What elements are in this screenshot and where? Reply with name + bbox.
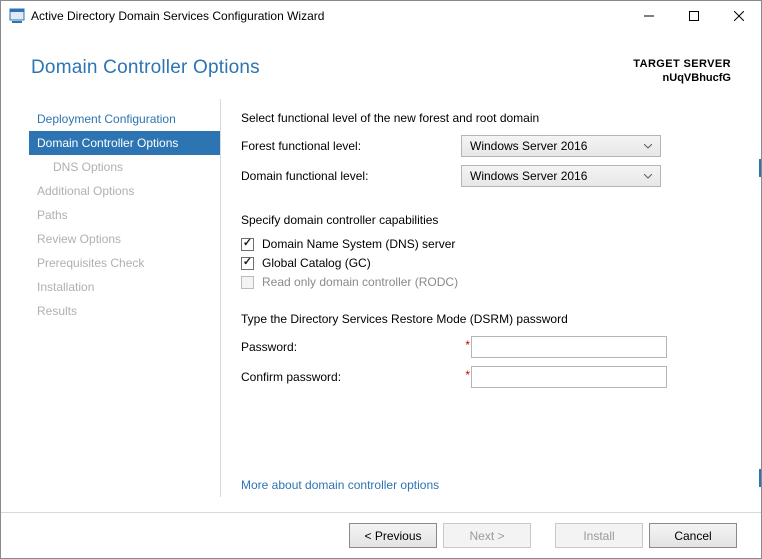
button-gap — [531, 523, 549, 548]
checkbox-row-gc: Global Catalog (GC) — [241, 256, 726, 270]
cancel-button[interactable]: Cancel — [649, 523, 737, 548]
confirm-password-input[interactable] — [471, 366, 667, 388]
row-password: Password: * — [241, 336, 726, 358]
checkbox-rodc — [241, 276, 254, 289]
checkbox-row-dns: Domain Name System (DNS) server — [241, 237, 726, 251]
row-domain-level: Domain functional level: Windows Server … — [241, 165, 726, 187]
domain-level-value: Windows Server 2016 — [470, 169, 587, 183]
more-about-link[interactable]: More about domain controller options — [241, 478, 726, 492]
forest-level-label: Forest functional level: — [241, 139, 461, 153]
capabilities-intro: Specify domain controller capabilities — [241, 213, 726, 227]
title-bar: Active Directory Domain Services Configu… — [1, 1, 761, 31]
dsrm-intro: Type the Directory Services Restore Mode… — [241, 312, 726, 326]
domain-level-label: Domain functional level: — [241, 169, 461, 183]
checkbox-rodc-label: Read only domain controller (RODC) — [262, 275, 458, 289]
nav-results: Results — [29, 299, 220, 323]
previous-button[interactable]: < Previous — [349, 523, 437, 548]
body: Deployment Configuration Domain Controll… — [1, 99, 761, 512]
password-label: Password: — [241, 340, 463, 354]
accent-strip — [759, 469, 761, 487]
required-marker: * — [463, 368, 470, 382]
install-button: Install — [555, 523, 643, 548]
nav-dns-options: DNS Options — [29, 155, 220, 179]
chevron-down-icon — [642, 136, 654, 156]
checkbox-gc-label: Global Catalog (GC) — [262, 256, 371, 270]
header: Domain Controller Options TARGET SERVER … — [1, 31, 761, 99]
forest-level-value: Windows Server 2016 — [470, 139, 587, 153]
nav-prerequisites-check: Prerequisites Check — [29, 251, 220, 275]
accent-strip — [759, 159, 761, 177]
checkbox-dns[interactable] — [241, 238, 254, 251]
checkbox-dns-label: Domain Name System (DNS) server — [262, 237, 455, 251]
maximize-button[interactable] — [671, 1, 716, 30]
domain-level-select[interactable]: Windows Server 2016 — [461, 165, 661, 187]
confirm-password-label: Confirm password: — [241, 370, 463, 384]
nav-installation: Installation — [29, 275, 220, 299]
password-input[interactable] — [471, 336, 667, 358]
content: Select functional level of the new fores… — [221, 99, 761, 512]
target-server-label: TARGET SERVER — [633, 57, 731, 71]
required-marker: * — [463, 338, 470, 352]
page-title: Domain Controller Options — [31, 57, 260, 79]
forest-level-select[interactable]: Windows Server 2016 — [461, 135, 661, 157]
nav-review-options: Review Options — [29, 227, 220, 251]
next-button: Next > — [443, 523, 531, 548]
window-title: Active Directory Domain Services Configu… — [31, 1, 626, 31]
row-confirm-password: Confirm password: * — [241, 366, 726, 388]
footer: < Previous Next > Install Cancel — [1, 512, 761, 558]
checkbox-row-rodc: Read only domain controller (RODC) — [241, 275, 726, 289]
nav-additional-options: Additional Options — [29, 179, 220, 203]
target-server-value: nUqVBhucfG — [633, 71, 731, 85]
nav-paths: Paths — [29, 203, 220, 227]
sidebar: Deployment Configuration Domain Controll… — [29, 99, 221, 497]
checkbox-gc[interactable] — [241, 257, 254, 270]
close-button[interactable] — [716, 1, 761, 30]
nav-deployment-configuration[interactable]: Deployment Configuration — [29, 107, 220, 131]
app-icon — [9, 8, 25, 24]
window-controls — [626, 1, 761, 31]
nav-domain-controller-options[interactable]: Domain Controller Options — [29, 131, 220, 155]
target-server-info: TARGET SERVER nUqVBhucfG — [633, 57, 731, 85]
row-forest-level: Forest functional level: Windows Server … — [241, 135, 726, 157]
wizard-window: Active Directory Domain Services Configu… — [0, 0, 762, 559]
minimize-button[interactable] — [626, 1, 671, 30]
chevron-down-icon — [642, 166, 654, 186]
functional-intro: Select functional level of the new fores… — [241, 111, 726, 125]
